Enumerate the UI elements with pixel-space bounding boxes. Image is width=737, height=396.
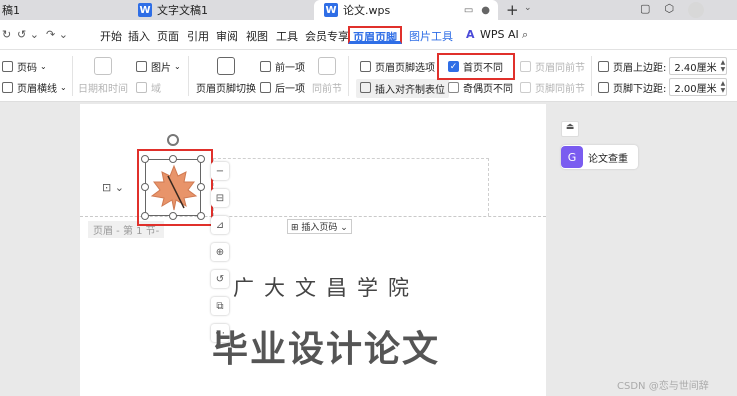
insert-page-number-button[interactable]: ⊞ 插入页码 ⌄	[287, 219, 352, 234]
search-icon[interactable]: ⌕	[522, 28, 528, 42]
tab-doc2-label: 文字文稿1	[157, 4, 208, 17]
highlight-first-page-different	[437, 53, 515, 80]
menu-picture-tools[interactable]: 图片工具	[409, 28, 453, 44]
page-number-button[interactable]: 页码 ⌄	[2, 59, 47, 74]
picture-toolbar: − ⊟ ⊿ ⊕ ↺ ⧉ ⋯	[211, 162, 229, 342]
header-same-as-prev-checkbox[interactable]: 页眉同前节	[520, 59, 585, 74]
date-time-button[interactable]: 日期和时间	[78, 57, 128, 95]
plagiarism-check-button[interactable]: G 论文查重	[561, 145, 638, 169]
checkbox-icon	[520, 61, 531, 72]
next-item-button[interactable]: 后一项	[260, 80, 305, 95]
picture-icon	[136, 61, 147, 72]
tab-active-label: 论文.wps	[343, 4, 391, 17]
repeat-icon[interactable]: ↷ ⌄	[46, 28, 68, 41]
switch-icon	[217, 57, 235, 75]
header-footer-switch-button[interactable]: 页眉页脚切换	[196, 57, 256, 95]
menu-view[interactable]: 视图	[246, 28, 268, 44]
dot-icon[interactable]: ●	[481, 5, 490, 16]
window-icon[interactable]: ▢	[640, 2, 650, 18]
menu-insert[interactable]: 插入	[128, 28, 150, 44]
rotate-icon[interactable]: ↺	[211, 270, 229, 288]
resize-handle[interactable]	[197, 155, 205, 163]
menu-page[interactable]: 页面	[157, 28, 179, 44]
school-name: 广大文昌学院	[233, 276, 419, 300]
menu-member[interactable]: 会员专享	[305, 28, 349, 44]
tab-doc1-label: 稿1	[2, 4, 20, 17]
tab-doc2[interactable]: W 文字文稿1	[130, 0, 310, 20]
menu-review[interactable]: 审阅	[216, 28, 238, 44]
avatar[interactable]	[688, 2, 705, 18]
replace-icon[interactable]: ⧉	[211, 297, 229, 315]
footer-bottom-margin-input[interactable]: 2.00厘米 ▲ ▼	[669, 78, 728, 96]
tab-bar: 稿1 W 文字文稿1 W 论文.wps ▭ ● + ⌄ ▢ ⬡	[0, 0, 737, 20]
header-top-margin-input[interactable]: 2.40厘米 ▲ ▼	[669, 57, 728, 75]
collapse-icon[interactable]: ⏏	[561, 121, 579, 137]
header-line-icon	[2, 82, 13, 93]
menu-reference[interactable]: 引用	[187, 28, 209, 44]
screen-icon[interactable]: ▭	[464, 5, 473, 16]
maple-leaf-icon	[150, 164, 198, 211]
undo-icon[interactable]: ↻	[2, 28, 11, 41]
footer-bottom-margin: 页脚下边距: 2.00厘米 ▲ ▼	[598, 78, 728, 96]
footer-same-as-prev-checkbox[interactable]: 页脚同前节	[520, 80, 585, 95]
crop-icon[interactable]: ⊿	[211, 216, 229, 234]
prev-icon	[260, 61, 271, 72]
header-top-margin: 页眉上边距: 2.40厘米 ▲ ▼	[598, 57, 728, 75]
align-tab-icon	[360, 82, 371, 93]
menu-tools[interactable]: 工具	[276, 28, 298, 44]
wps-ai-icon: A	[466, 28, 475, 41]
tab-active[interactable]: W 论文.wps ▭ ●	[314, 0, 498, 20]
ribbon: 页码 ⌄ 页眉横线 ⌄ 日期和时间 图片 ⌄ 域 页眉页脚切换 前一项 后一项 同前节…	[0, 50, 737, 102]
options-icon	[360, 61, 371, 72]
odd-even-different-checkbox[interactable]: 奇偶页不同	[448, 80, 513, 95]
minus-icon[interactable]: −	[211, 162, 229, 180]
layout-icon[interactable]: ⊟	[211, 189, 229, 207]
checkbox-icon	[520, 82, 531, 93]
tab-doc1[interactable]: 稿1	[0, 0, 120, 20]
menu-bar: ↻ ↺ ⌄ ↷ ⌄ 开始 插入 页面 引用 审阅 视图 工具 会员专享 页眉页脚…	[0, 20, 737, 50]
header-footer-options-button[interactable]: 页眉页脚选项	[360, 59, 435, 74]
field-button[interactable]: 域	[136, 80, 161, 95]
resize-handle[interactable]	[141, 183, 149, 191]
header-margin-icon	[598, 60, 609, 72]
watermark: CSDN @恋与世间辞	[617, 381, 709, 392]
rotate-handle[interactable]	[167, 134, 179, 146]
header-field-box	[213, 158, 489, 216]
link-icon	[318, 57, 336, 75]
zoom-in-icon[interactable]: ⊕	[211, 243, 229, 261]
field-icon	[136, 82, 147, 93]
picture-frame[interactable]	[145, 159, 201, 216]
cube-icon[interactable]: ⬡	[664, 2, 674, 18]
menu-start[interactable]: 开始	[100, 28, 122, 44]
resize-handle[interactable]	[141, 155, 149, 163]
picture-button[interactable]: 图片 ⌄	[136, 59, 181, 74]
checkbox-icon	[448, 82, 459, 93]
wps-writer-icon: W	[324, 3, 338, 17]
menu-header-footer[interactable]: 页眉页脚	[348, 26, 402, 44]
text-wrap-icon[interactable]: ⊡ ⌄	[102, 181, 124, 194]
resize-handle[interactable]	[197, 183, 205, 191]
plagiarism-icon: G	[561, 146, 583, 168]
prev-item-button[interactable]: 前一项	[260, 59, 305, 74]
redo-icon[interactable]: ↺ ⌄	[17, 28, 39, 41]
resize-handle[interactable]	[141, 212, 149, 220]
resize-handle[interactable]	[169, 155, 177, 163]
next-icon	[260, 82, 271, 93]
chevron-down-icon[interactable]: ⌄	[524, 3, 532, 13]
header-line-button[interactable]: 页眉横线 ⌄	[2, 80, 67, 95]
thesis-title: 毕业设计论文	[212, 329, 441, 370]
same-as-previous-button[interactable]: 同前节	[312, 57, 342, 95]
footer-margin-icon	[598, 81, 609, 93]
stepper-icon[interactable]: ▲ ▼	[721, 59, 726, 73]
stepper-icon[interactable]: ▲ ▼	[721, 80, 726, 94]
resize-handle[interactable]	[169, 212, 177, 220]
wps-writer-icon: W	[138, 3, 152, 17]
resize-handle[interactable]	[197, 212, 205, 220]
add-tab-button[interactable]: +	[506, 1, 519, 19]
page-number-icon	[2, 61, 13, 72]
calendar-icon	[94, 57, 112, 75]
menu-wps-ai[interactable]: WPS AI	[480, 28, 519, 41]
insert-align-tab-button[interactable]: 插入对齐制表位	[356, 79, 449, 98]
